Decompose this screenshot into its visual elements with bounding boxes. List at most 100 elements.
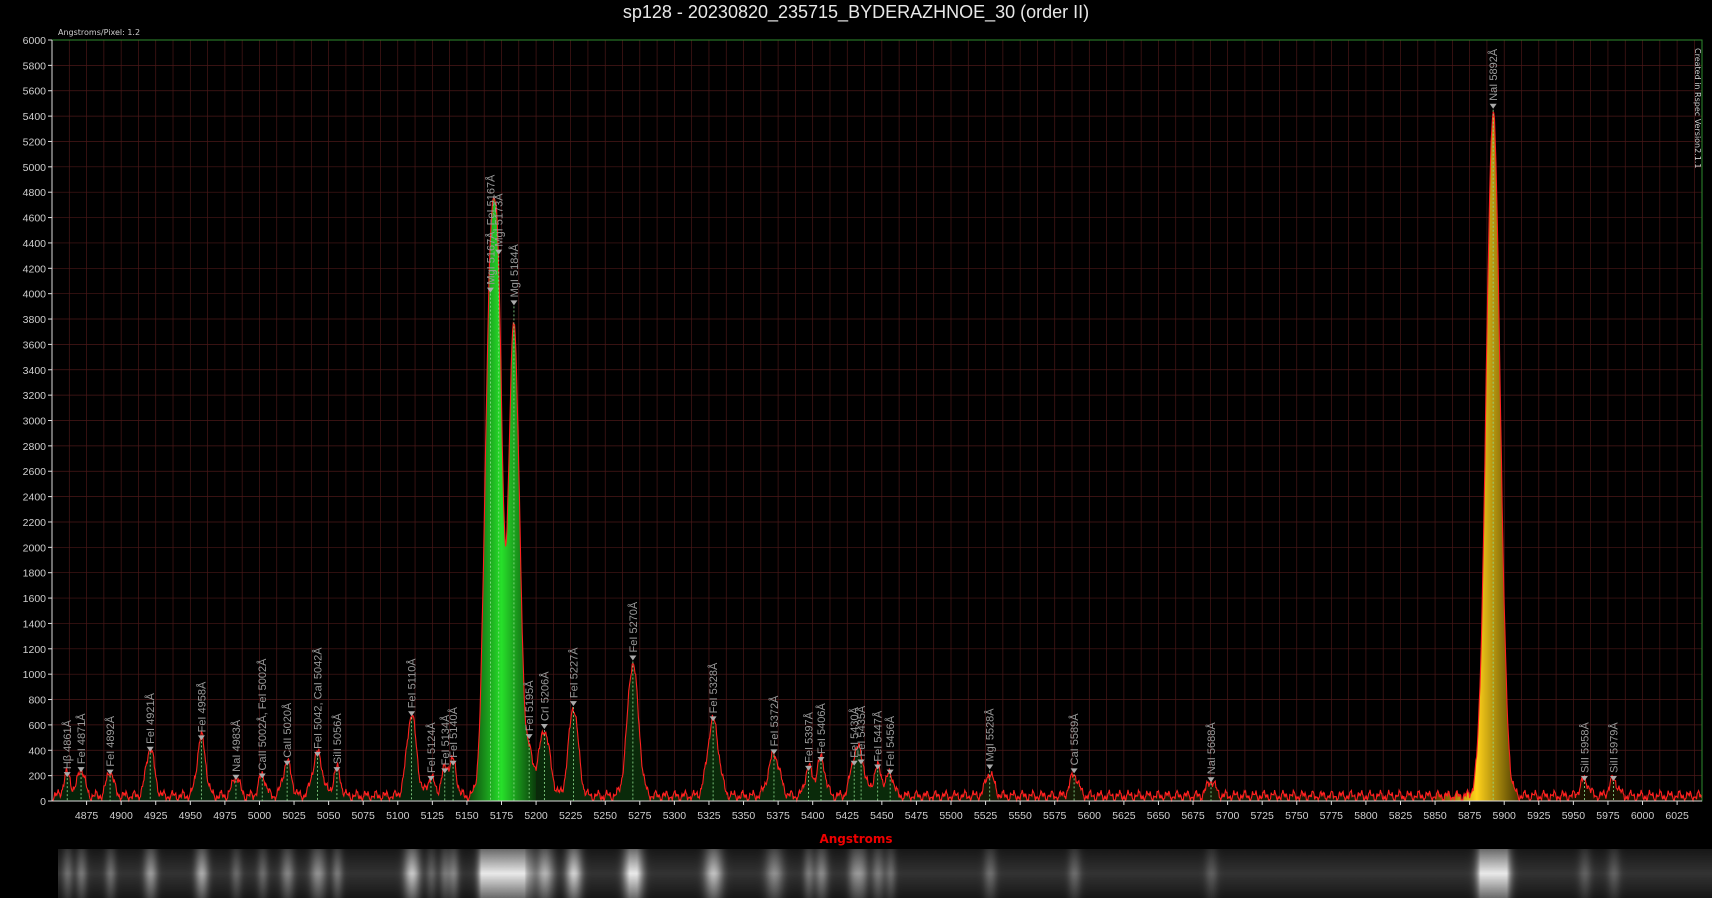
y-tick-label: 4600 [23, 213, 47, 225]
line-marker-triangle [77, 767, 85, 773]
line-annotation-label: FeI 5042, CaI 5042Å [312, 647, 325, 749]
line-annotation-label: FeI 4892Å [104, 715, 117, 766]
line-annotation-label: FeI 5397Å [803, 711, 816, 762]
line-annotation-label: FeI 4871Å [75, 713, 88, 764]
x-tick-label: 5875 [1458, 810, 1482, 822]
line-annotation-label: MgI 5528Å [984, 708, 997, 762]
y-tick-label: 4400 [23, 238, 47, 250]
line-annotation-label: CrI 5206Å [538, 671, 551, 721]
line-marker-triangle [408, 711, 416, 717]
y-tick-label: 1800 [23, 568, 47, 580]
line-annotation-label: CaI 5589Å [1068, 713, 1081, 766]
x-tick-label: 5125 [421, 810, 445, 822]
y-tick-label: 5000 [23, 162, 47, 174]
spectrum-chart[interactable]: 0 200 400 600 800 1000 1200 1400 1600 1800 2000 220… [0, 0, 1712, 849]
y-tick-label: 2400 [23, 492, 47, 504]
line-annotation-label: FeI 4921Å [144, 692, 157, 743]
line-annotation-label: NaI 5688Å [1205, 722, 1218, 775]
line-annotation-label: SiII 5979Å [1607, 722, 1620, 773]
x-tick-label: 4975 [213, 810, 237, 822]
x-tick-label: 5450 [870, 810, 894, 822]
line-annotation-label: FeI 5406Å [815, 703, 828, 754]
spectrum-strip-image [58, 849, 1712, 898]
x-tick-label: 5425 [836, 810, 860, 822]
line-marker-triangle [709, 716, 717, 722]
x-tick-label: 5750 [1285, 810, 1309, 822]
x-tick-label: 6000 [1631, 810, 1655, 822]
spectrum-fill-yellow-na [1435, 112, 1519, 801]
y-tick-label: 5600 [23, 86, 47, 98]
x-tick-label: 5925 [1527, 810, 1551, 822]
y-tick-label: 2000 [23, 542, 47, 554]
line-marker-triangle [629, 655, 637, 661]
y-tick-label: 5800 [23, 60, 47, 72]
x-tick-label: 5225 [559, 810, 583, 822]
y-tick-label: 600 [28, 720, 46, 732]
x-tick-label: 5625 [1112, 810, 1136, 822]
line-marker-triangle [510, 300, 518, 306]
x-tick-label: 5075 [352, 810, 376, 822]
x-tick-label: 5975 [1596, 810, 1620, 822]
spectrum-line [51, 110, 1703, 803]
x-tick-label: 5950 [1562, 810, 1586, 822]
y-tick-label: 6000 [23, 35, 47, 47]
line-annotation-label: FeI 5456Å [884, 715, 897, 766]
x-tick-label: 5175 [490, 810, 514, 822]
line-marker-triangle [986, 764, 994, 770]
x-tick-label: 5250 [594, 810, 618, 822]
line-annotation-label: NaI 5892Å [1487, 48, 1500, 101]
line-annotation-label: FeI 5270Å [627, 601, 640, 652]
y-tick-label: 200 [28, 771, 46, 783]
line-annotation-label: CaII 5020Å [281, 702, 294, 758]
credit-label: Created in Rspec Version2.1.1 [1693, 48, 1702, 169]
y-tick-label: 3000 [23, 416, 47, 428]
angstroms-per-pixel-label: Angstroms/Pixel: 1.2 [58, 28, 141, 37]
line-annotation-label: FeI 5447Å [872, 710, 885, 761]
y-tick-label: 400 [28, 745, 46, 757]
y-tick-label: 5400 [23, 111, 47, 123]
x-tick-label: 5000 [248, 810, 272, 822]
line-annotation-label: FeI 5328Å [707, 662, 720, 713]
y-tick-label: 2800 [23, 441, 47, 453]
x-tick-label: 4900 [109, 810, 133, 822]
x-tick-label: 5400 [801, 810, 825, 822]
y-tick-label: 1200 [23, 644, 47, 656]
x-tick-label: 5500 [939, 810, 963, 822]
line-annotation-label: CaII 5002Å, FeI 5002Å [256, 658, 269, 771]
line-annotation-label: FeI 5435Å [855, 705, 868, 756]
x-tick-label: 6025 [1665, 810, 1689, 822]
x-tick-label: 5100 [386, 810, 410, 822]
y-tick-label: 2600 [23, 466, 47, 478]
line-marker-triangle [1489, 103, 1497, 109]
x-tick-label: 4875 [75, 810, 99, 822]
line-annotation-label: FeI 5110Å [406, 658, 419, 709]
line-annotation-label: SiII 5056Å [331, 713, 344, 764]
y-tick-label: 4200 [23, 263, 47, 275]
x-tick-label: 5050 [317, 810, 341, 822]
x-tick-label: 4925 [144, 810, 168, 822]
line-annotation-label: FeI 5140Å [447, 706, 460, 757]
x-tick-label: 5825 [1389, 810, 1413, 822]
y-tick-label: 0 [40, 796, 46, 808]
x-tick-label: 5525 [974, 810, 998, 822]
line-annotation-label: FeI 5227Å [567, 647, 580, 698]
x-tick-label: 5150 [455, 810, 479, 822]
y-tick-label: 3600 [23, 339, 47, 351]
x-tick-label: 5650 [1147, 810, 1171, 822]
y-tick-label: 4800 [23, 187, 47, 199]
x-tick-label: 5325 [697, 810, 721, 822]
x-tick-label: 5575 [1043, 810, 1067, 822]
line-marker-triangle [197, 735, 205, 741]
x-axis-label: Angstroms [819, 832, 893, 846]
y-tick-label: 2200 [23, 517, 47, 529]
x-tick-label: 5800 [1354, 810, 1378, 822]
x-tick-label: 5600 [1078, 810, 1102, 822]
x-tick-label: 5550 [1008, 810, 1032, 822]
x-tick-label: 5300 [663, 810, 687, 822]
x-tick-label: 5350 [732, 810, 756, 822]
y-tick-label: 1600 [23, 593, 47, 605]
y-tick-label: 3800 [23, 314, 47, 326]
y-tick-label: 5200 [23, 136, 47, 148]
line-annotation-label: MgI 5184Å [508, 243, 521, 297]
line-annotation-label: SiII 5958Å [1578, 722, 1591, 773]
